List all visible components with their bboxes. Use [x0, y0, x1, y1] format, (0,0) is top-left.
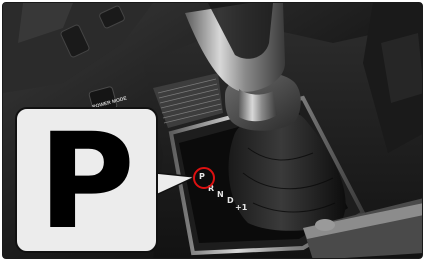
park-callout-letter: P: [38, 105, 135, 259]
gear-indicator-n: N: [217, 190, 224, 199]
photo-frame: P R N D +1 POWER MODE P: [2, 2, 423, 259]
park-marker-circle: [193, 167, 215, 189]
hand-brake-button: [315, 219, 335, 231]
park-callout-box: P: [15, 107, 158, 253]
gear-indicator-d: D: [227, 196, 234, 205]
gear-indicator-plus1: +1: [235, 203, 248, 212]
